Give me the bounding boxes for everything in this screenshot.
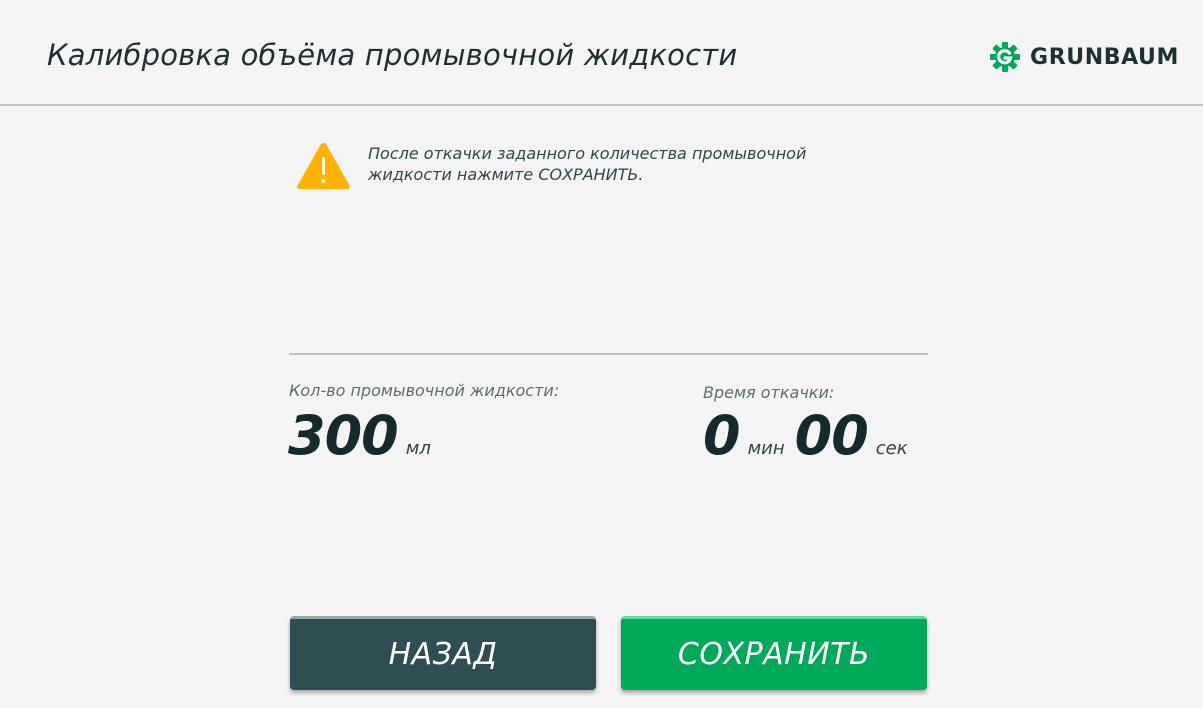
volume-unit: мл [405, 438, 431, 459]
volume-readout: 300 мл [288, 404, 441, 467]
header-bar: Калибровка объёма промывочной жидкости G… [0, 0, 1203, 106]
volume-value: 300 [288, 404, 399, 467]
section-divider [289, 353, 928, 355]
time-minutes-value: 0 [703, 404, 741, 467]
page-title: Калибровка объёма промывочной жидкости [47, 38, 738, 72]
time-readout: 0 мин 00 сек [703, 404, 918, 467]
brand-logo: GRUNBAUM [989, 41, 1179, 73]
time-seconds-unit: сек [875, 438, 908, 459]
volume-label: Кол-во промывочной жидкости: [289, 381, 560, 400]
warning-message: После откачки заданного количества промы… [295, 140, 888, 192]
back-button[interactable]: НАЗАД [290, 616, 596, 690]
warning-triangle-icon [297, 143, 350, 189]
time-label: Время откачки: [703, 383, 835, 402]
warning-text: После откачки заданного количества промы… [368, 144, 807, 184]
time-seconds-value: 00 [794, 404, 869, 467]
grunbaum-gear-icon [990, 42, 1021, 72]
time-minutes-unit: мин [747, 438, 785, 459]
save-button[interactable]: СОХРАНИТЬ [621, 616, 927, 690]
brand-name: GRUNBAUM [1030, 44, 1179, 70]
